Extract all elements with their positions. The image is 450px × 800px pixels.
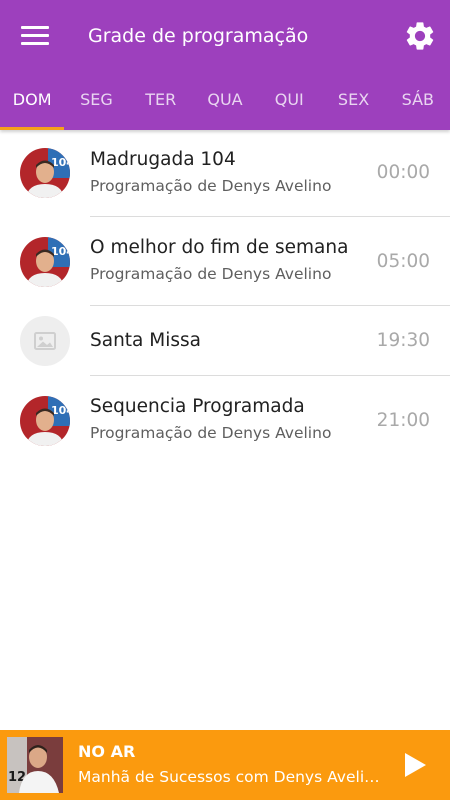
play-icon[interactable] bbox=[400, 750, 430, 780]
app-bar: Grade de programação DOM SEG TER QUA QUI… bbox=[0, 0, 450, 130]
host-avatar: 104 bbox=[20, 396, 70, 446]
gear-icon[interactable] bbox=[403, 19, 437, 53]
program-time: 00:00 bbox=[376, 162, 430, 183]
now-playing-bar[interactable]: 12 NO AR Manhã de Sucessos com Denys Ave… bbox=[0, 730, 450, 800]
program-subtitle: Programação de Denys Avelino bbox=[90, 177, 332, 195]
tab-sab[interactable]: SÁB bbox=[386, 78, 450, 130]
day-tabs: DOM SEG TER QUA QUI SEX SÁB bbox=[0, 78, 450, 130]
program-time: 21:00 bbox=[376, 410, 430, 431]
tab-dom[interactable]: DOM bbox=[0, 78, 64, 130]
schedule-list: 104 Madrugada 104 Programação de Denys A… bbox=[0, 130, 450, 465]
tab-qua[interactable]: QUA bbox=[193, 78, 257, 130]
list-item[interactable]: 104 Madrugada 104 Programação de Denys A… bbox=[0, 130, 450, 217]
program-title: Madrugada 104 bbox=[90, 149, 236, 170]
host-avatar: 104 bbox=[20, 237, 70, 287]
tab-ter[interactable]: TER bbox=[129, 78, 193, 130]
image-placeholder-icon bbox=[20, 316, 70, 366]
program-title: O melhor do fim de semana bbox=[90, 237, 349, 258]
tab-seg[interactable]: SEG bbox=[64, 78, 128, 130]
list-item[interactable]: Santa Missa 19:30 bbox=[0, 306, 450, 376]
hamburger-menu-icon[interactable] bbox=[21, 26, 49, 46]
now-playing-show: Manhã de Sucessos com Denys Avelino bbox=[78, 768, 383, 786]
host-avatar: 104 bbox=[20, 148, 70, 198]
program-subtitle: Programação de Denys Avelino bbox=[90, 265, 332, 283]
tab-sex[interactable]: SEX bbox=[321, 78, 385, 130]
program-subtitle: Programação de Denys Avelino bbox=[90, 424, 332, 442]
tab-qui[interactable]: QUI bbox=[257, 78, 321, 130]
on-air-label: NO AR bbox=[78, 742, 136, 761]
list-item[interactable]: 104 Sequencia Programada Programação de … bbox=[0, 376, 450, 465]
program-title: Santa Missa bbox=[90, 330, 201, 351]
list-item[interactable]: 104 O melhor do fim de semana Programaçã… bbox=[0, 217, 450, 306]
now-playing-thumbnail: 12 bbox=[7, 737, 63, 793]
program-time: 05:00 bbox=[376, 251, 430, 272]
program-time: 19:30 bbox=[376, 330, 430, 351]
program-title: Sequencia Programada bbox=[90, 396, 305, 417]
page-title: Grade de programação bbox=[88, 25, 309, 47]
